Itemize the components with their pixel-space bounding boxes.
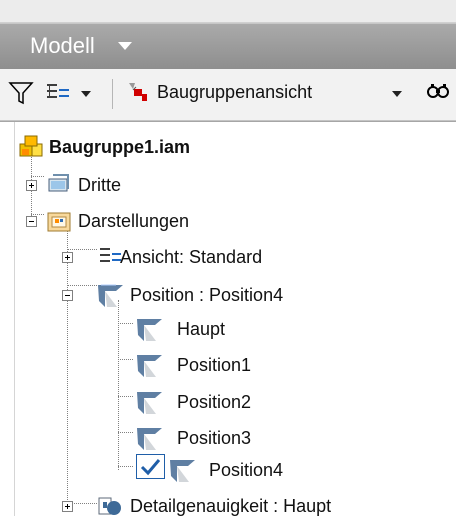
chevron-down-icon: [81, 91, 91, 97]
toolbar-separator: [112, 79, 113, 109]
assembly-view-label: Baugruppenansicht: [157, 82, 313, 102]
tree-item-position1[interactable]: Position1: [136, 348, 336, 382]
assembly-view-icon: [125, 79, 155, 107]
assembly-view-button[interactable]: Baugruppenansicht: [125, 79, 380, 107]
browser-toolbar: Baugruppenansicht: [0, 69, 456, 121]
top-strip: [0, 0, 456, 23]
search-icon: [427, 84, 449, 98]
tree-item-position-parent[interactable]: Position : Position4: [62, 278, 362, 312]
tree-label-haupt: Haupt: [177, 319, 226, 339]
collapse-minus-icon[interactable]: [62, 290, 73, 301]
position-icon: [97, 281, 125, 309]
panel-dropdown-icon[interactable]: [118, 42, 132, 50]
tree-item-dritte[interactable]: Dritte: [26, 168, 226, 202]
representations-icon: [46, 207, 74, 235]
filter-button[interactable]: [8, 79, 34, 107]
tree-left-border: [14, 122, 15, 516]
display-button[interactable]: [44, 79, 74, 107]
tree-label-position4: Position4: [209, 460, 284, 480]
collapse-minus-icon[interactable]: [26, 216, 37, 227]
tree-label-detailgenauigkeit: Detailgenauigkeit : Haupt: [130, 496, 332, 516]
position-icon: [136, 388, 164, 416]
expand-plus-icon[interactable]: [62, 252, 73, 263]
tree-label-position1: Position1: [177, 355, 252, 375]
browser-panel: Modell Baugruppenansicht Baugruppe1.iam …: [0, 0, 456, 516]
assembly-icon: [18, 132, 46, 160]
tree-label-position3: Position3: [177, 428, 252, 448]
expand-plus-icon[interactable]: [26, 180, 37, 191]
tree-item-position2[interactable]: Position2: [136, 385, 336, 419]
search-button[interactable]: [425, 79, 453, 107]
display-icon: [47, 84, 69, 98]
tree-line: [118, 466, 133, 468]
assembly-view-dropdown[interactable]: [392, 79, 408, 107]
tree-line: [118, 396, 133, 398]
tree-label-darstellungen: Darstellungen: [78, 211, 190, 231]
tree-root-label: Baugruppe1.iam: [49, 137, 191, 157]
tree-item-position4[interactable]: Position4: [136, 453, 376, 487]
level-of-detail-icon: [97, 492, 125, 516]
position-icon: [136, 315, 164, 343]
position-icon: [169, 456, 197, 484]
tree-line: [118, 300, 120, 470]
tree-item-darstellungen[interactable]: Darstellungen: [26, 204, 266, 238]
model-tree: Baugruppe1.iam Dritte Darstellungen Ansi…: [0, 121, 456, 516]
tree-line: [118, 359, 133, 361]
tree-label-position-parent: Position : Position4: [130, 285, 284, 305]
tree-label-dritte: Dritte: [78, 175, 122, 195]
tree-line: [118, 432, 133, 434]
checkmark-icon: [140, 459, 161, 476]
panel-header[interactable]: Modell: [0, 23, 456, 70]
tree-item-position3[interactable]: Position3: [136, 421, 336, 455]
tree-root[interactable]: Baugruppe1.iam: [18, 130, 448, 164]
expand-plus-icon[interactable]: [62, 501, 73, 512]
tree-item-ansicht[interactable]: Ansicht: Standard: [62, 240, 342, 274]
third-icon: [46, 171, 74, 199]
tree-item-haupt[interactable]: Haupt: [136, 312, 316, 346]
tree-label-position2: Position2: [177, 392, 252, 412]
display-dropdown[interactable]: [81, 79, 97, 107]
panel-title[interactable]: Modell: [30, 33, 95, 59]
tree-label-ansicht: Ansicht: Standard: [120, 247, 263, 267]
tree-line: [118, 323, 133, 325]
position-icon: [136, 424, 164, 452]
tree-item-detailgenauigkeit[interactable]: Detailgenauigkeit : Haupt: [62, 489, 402, 516]
chevron-down-icon: [392, 91, 402, 97]
position-icon: [136, 351, 164, 379]
filter-icon: [8, 82, 34, 105]
active-checkbox[interactable]: [136, 454, 165, 479]
